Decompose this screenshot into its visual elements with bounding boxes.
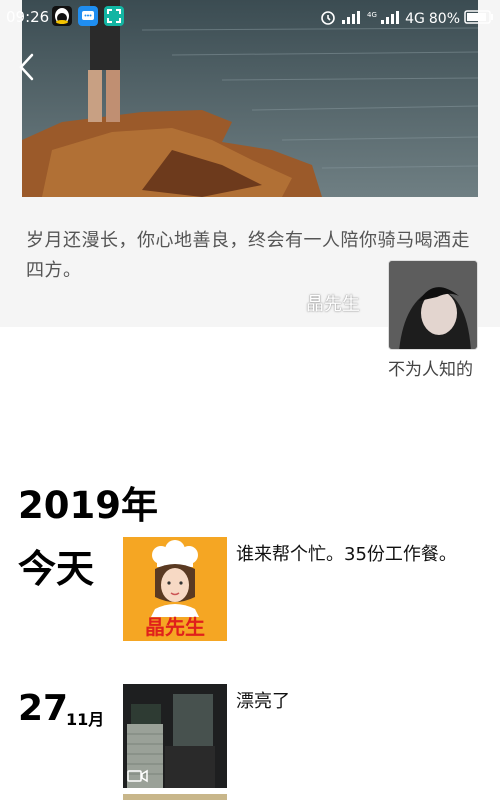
post-text[interactable]: 谁来帮个忙。35份工作餐。 [236,540,457,566]
status-right-group: 4G 4G 80% [319,8,494,30]
post-thumbnail[interactable]: 晶先生 [123,537,227,641]
network-label: 4G [405,11,425,27]
signal-4g-icon: 4G [367,9,401,29]
post-date-month: 11月 [66,710,105,729]
post-thumbnail-partial[interactable] [123,794,227,800]
status-time: 09:26 [6,8,50,26]
battery-icon [464,10,494,28]
cover-author-watermark: 晶先生 [306,294,360,315]
post-video-thumbnail[interactable] [123,684,227,788]
signal-icon [341,9,363,29]
timeline-year: 2019年 [18,484,158,527]
avatar[interactable] [388,260,478,350]
post-text[interactable]: 漂亮了 [236,687,290,713]
post-date-day: 27 [18,688,69,729]
post-date-today: 今天 [18,547,95,591]
battery-level: 80% [428,11,460,27]
scan-icon [104,6,124,26]
thumb-caption: 晶先生 [145,615,205,639]
back-arrow-icon[interactable] [16,52,40,82]
status-bar: 09:26 4G 4G 80% [0,0,500,34]
svg-text:4G: 4G [367,11,377,19]
alarm-icon [319,8,337,30]
qq-icon [52,6,72,26]
message-icon [78,6,98,26]
nickname[interactable]: 不为人知的 [388,355,473,380]
avatar-image [389,261,477,349]
video-camera-icon [127,768,149,787]
